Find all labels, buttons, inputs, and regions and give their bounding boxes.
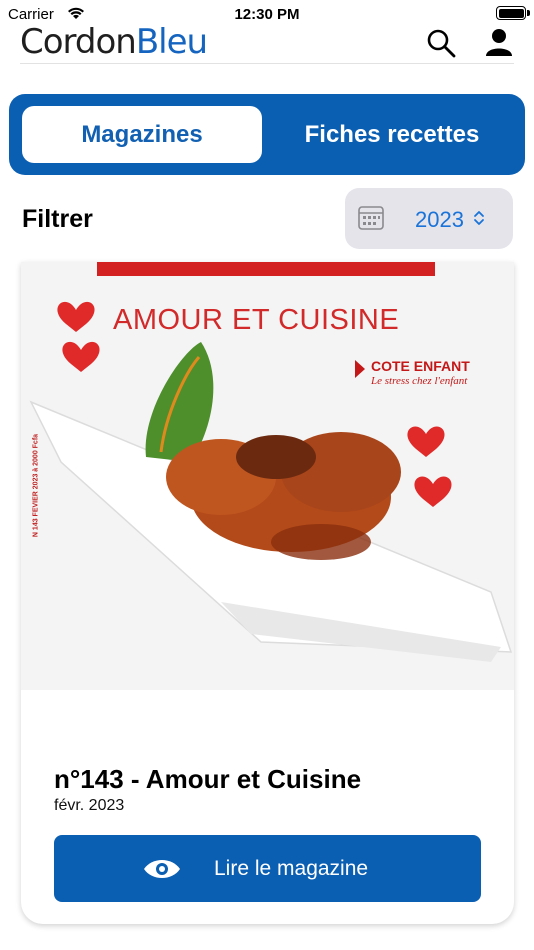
- app-logo: CordonBleu: [20, 22, 208, 62]
- battery-icon: [496, 6, 526, 20]
- magazine-card[interactable]: AMOUR ET CUISINE COTE ENFANT Le stress c…: [21, 262, 514, 924]
- logo-part-cordon: Cordon: [20, 22, 137, 62]
- filter-label: Filtrer: [22, 205, 93, 233]
- tab-bar: Magazines Fiches recettes: [9, 94, 525, 175]
- year-value: 2023: [415, 207, 464, 232]
- search-icon[interactable]: [424, 26, 458, 60]
- magazine-title: n°143 - Amour et Cuisine: [54, 764, 362, 794]
- logo-part-bleu: Bleu: [135, 22, 208, 62]
- year-picker[interactable]: 2023: [345, 188, 513, 249]
- header-divider: [20, 63, 514, 64]
- cote-enfant-arrow-icon: [355, 360, 365, 378]
- chevron-up-down-icon: [474, 211, 484, 225]
- user-icon[interactable]: [482, 26, 516, 60]
- read-magazine-label: Lire le magazine: [214, 857, 369, 880]
- calendar-icon: [358, 206, 384, 230]
- tab-magazines[interactable]: Magazines: [22, 106, 262, 163]
- cover-title: AMOUR ET CUISINE: [113, 304, 400, 336]
- magazine-cover-image[interactable]: AMOUR ET CUISINE COTE ENFANT Le stress c…: [21, 262, 514, 690]
- clock: 12:30 PM: [234, 6, 300, 23]
- cover-feature-title: COTE ENFANT: [371, 358, 470, 374]
- cover-feature-subtitle: Le stress chez l'enfant: [371, 375, 468, 387]
- battery-tip: [527, 10, 530, 16]
- magazine-date: févr. 2023: [54, 797, 125, 814]
- tab-fiches-recettes[interactable]: Fiches recettes: [272, 106, 512, 163]
- eye-icon: [144, 860, 180, 878]
- read-magazine-button[interactable]: Lire le magazine: [54, 835, 481, 902]
- cover-side-text: N 143 FEVIER 2023 à 2000 Fcfa: [32, 433, 40, 538]
